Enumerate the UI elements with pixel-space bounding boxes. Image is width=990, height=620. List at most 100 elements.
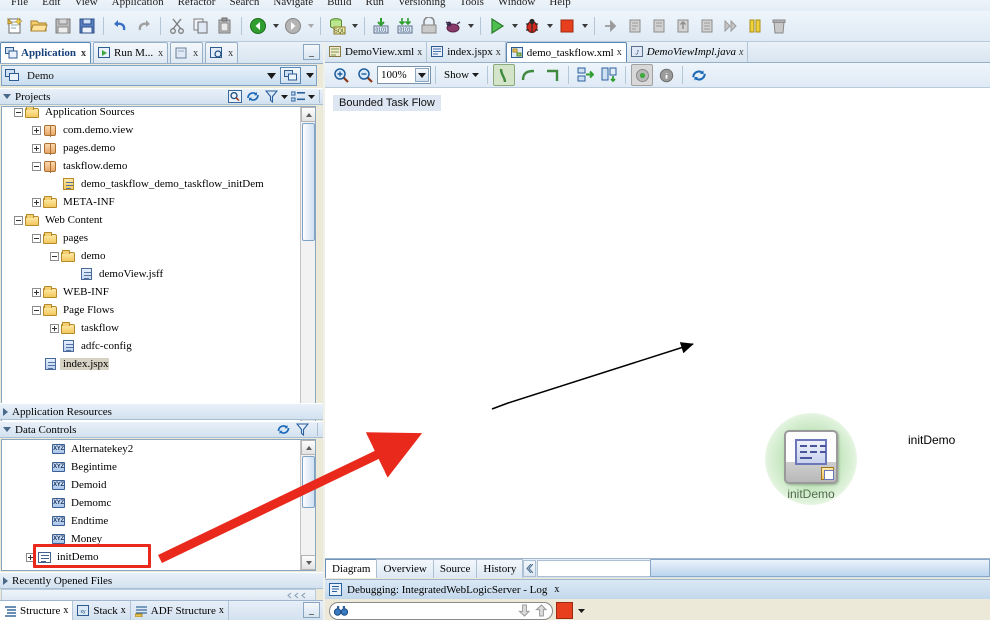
- run-dropdown-icon[interactable]: [509, 15, 520, 37]
- tree-item[interactable]: taskflow.demo: [2, 157, 299, 175]
- taskflow-diagram-canvas[interactable]: Bounded Task Flow initDemo: [325, 88, 990, 558]
- menu-item-versioning[interactable]: Versioning: [391, 0, 453, 9]
- tree-item[interactable]: adfc-config: [2, 337, 299, 355]
- view-options-dropdown-icon[interactable]: [307, 94, 316, 99]
- tree-item[interactable]: XYZ Alternatekey2: [2, 440, 299, 458]
- undo-icon[interactable]: [109, 15, 131, 37]
- search-icon[interactable]: [226, 89, 244, 104]
- menu-item-help[interactable]: Help: [542, 0, 577, 9]
- data-controls-header[interactable]: Data Controls: [0, 421, 323, 438]
- tree-item[interactable]: Application Sources: [2, 107, 299, 121]
- editor-tab-demo-taskflow-xml[interactable]: demo_taskflow.xml x: [505, 42, 627, 62]
- close-icon[interactable]: x: [496, 47, 501, 58]
- collapse-icon[interactable]: [32, 161, 41, 171]
- save-icon[interactable]: [52, 15, 74, 37]
- sql-dropdown-icon[interactable]: [349, 15, 360, 37]
- resume-icon[interactable]: [720, 15, 742, 37]
- tree-item[interactable]: Web Content: [2, 211, 299, 229]
- close-icon[interactable]: x: [550, 584, 559, 595]
- scroll-up-button[interactable]: [301, 107, 315, 122]
- tree-item[interactable]: XYZ Begintime: [2, 458, 299, 476]
- step-over-icon[interactable]: [624, 15, 646, 37]
- tree-item[interactable]: pages: [2, 229, 299, 247]
- terminate-dropdown-icon[interactable]: [579, 15, 590, 37]
- sql-icon[interactable]: SQL: [326, 15, 348, 37]
- distribute-icon[interactable]: [598, 64, 620, 86]
- make-icon[interactable]: 0101: [370, 15, 392, 37]
- close-icon[interactable]: x: [739, 47, 743, 58]
- menu-item-application[interactable]: Application: [105, 0, 171, 9]
- zoom-level-combo[interactable]: 100%: [377, 66, 431, 84]
- refresh-icon[interactable]: [274, 422, 293, 437]
- minimize-navigator-button[interactable]: _: [303, 44, 320, 60]
- debug-dropdown-icon[interactable]: [544, 15, 555, 37]
- log-search-input[interactable]: [349, 603, 516, 618]
- step-icon[interactable]: [600, 15, 622, 37]
- menu-item-window[interactable]: Window: [491, 0, 542, 9]
- expand-icon[interactable]: [26, 552, 35, 562]
- menu-item-run[interactable]: Run: [359, 0, 391, 9]
- editor-tab-demoviewimpl-java[interactable]: J DemoViewImpl.java x: [627, 42, 749, 62]
- dock-tab-adf-structure[interactable]: ADF Structure x: [131, 601, 229, 620]
- zoom-out-icon[interactable]: [354, 64, 376, 86]
- rebuild-icon[interactable]: 0101: [394, 15, 416, 37]
- copy-icon[interactable]: [190, 15, 212, 37]
- application-resources-twisty-icon[interactable]: [3, 407, 8, 416]
- cut-icon[interactable]: [166, 15, 188, 37]
- collapse-icon[interactable]: [14, 107, 23, 117]
- debug-icon[interactable]: [521, 15, 543, 37]
- paste-icon[interactable]: [214, 15, 236, 37]
- tree-item[interactable]: META-INF: [2, 193, 299, 211]
- tree-item[interactable]: pages.demo: [2, 139, 299, 157]
- filter-icon[interactable]: [293, 422, 312, 437]
- arrow-down-icon[interactable]: [516, 604, 533, 617]
- tree-item[interactable]: XYZ Endtime: [2, 512, 299, 530]
- collapse-icon[interactable]: [32, 233, 41, 243]
- tree-item[interactable]: XYZ Demoid: [2, 476, 299, 494]
- close-icon[interactable]: x: [79, 48, 86, 59]
- back-dropdown-icon[interactable]: [270, 15, 281, 37]
- diagram-tab-source[interactable]: Source: [432, 559, 478, 578]
- tree-item[interactable]: demo: [2, 247, 299, 265]
- route-diagonal-icon[interactable]: [493, 64, 516, 86]
- diagram-tab-history[interactable]: History: [476, 559, 524, 578]
- data-controls-twisty-icon[interactable]: [3, 427, 11, 432]
- step-into-icon[interactable]: [648, 15, 670, 37]
- diagram-tab-diagram[interactable]: Diagram: [325, 559, 378, 578]
- collapse-icon[interactable]: [50, 251, 59, 261]
- show-grid-icon[interactable]: [631, 64, 654, 86]
- tree-item[interactable]: WEB-INF: [2, 283, 299, 301]
- tree-item[interactable]: com.demo.view: [2, 121, 299, 139]
- dc-scroll-up-button[interactable]: [301, 440, 315, 455]
- tree-item[interactable]: demo_taskflow_demo_taskflow_initDem: [2, 175, 299, 193]
- redo-icon[interactable]: [133, 15, 155, 37]
- method-call-activity-icon[interactable]: [784, 430, 838, 484]
- run-icon[interactable]: [486, 15, 508, 37]
- collapse-icon[interactable]: [32, 305, 41, 315]
- expand-icon[interactable]: [32, 143, 41, 153]
- chevron-down-icon[interactable]: [576, 608, 587, 613]
- application-combo[interactable]: Demo: [1, 65, 317, 86]
- collapse-icon[interactable]: [14, 215, 23, 225]
- expand-icon[interactable]: [50, 323, 59, 333]
- run-ant-icon[interactable]: [442, 15, 464, 37]
- recently-opened-files-header[interactable]: Recently Opened Files: [0, 572, 323, 589]
- run-ant-dropdown-icon[interactable]: [465, 15, 476, 37]
- projects-header[interactable]: Projects: [0, 88, 323, 105]
- deploy-icon[interactable]: [418, 15, 440, 37]
- diagram-tab-overview[interactable]: Overview: [376, 559, 434, 578]
- data-controls-tree[interactable]: XYZ Alternatekey2 XYZ Begintime XYZ Demoid XYZ…: [1, 439, 316, 571]
- route-rounded-icon[interactable]: [517, 64, 539, 86]
- menu-item-search[interactable]: Search: [222, 0, 266, 9]
- menu-item-file[interactable]: File: [4, 0, 35, 9]
- open-icon[interactable]: [28, 15, 50, 37]
- application-menu-icon[interactable]: [280, 67, 301, 84]
- terminate-icon[interactable]: [556, 15, 578, 37]
- align-icon[interactable]: [574, 64, 596, 86]
- navigator-tab-run-m[interactable]: Run M... x: [93, 42, 169, 63]
- editor-scroll-left-button[interactable]: [523, 560, 537, 577]
- menu-item-tools[interactable]: Tools: [453, 0, 491, 9]
- log-search-field[interactable]: [329, 601, 553, 620]
- tree-item[interactable]: XYZ Demomc: [2, 494, 299, 512]
- navigator-tab-application[interactable]: Application x: [0, 42, 92, 63]
